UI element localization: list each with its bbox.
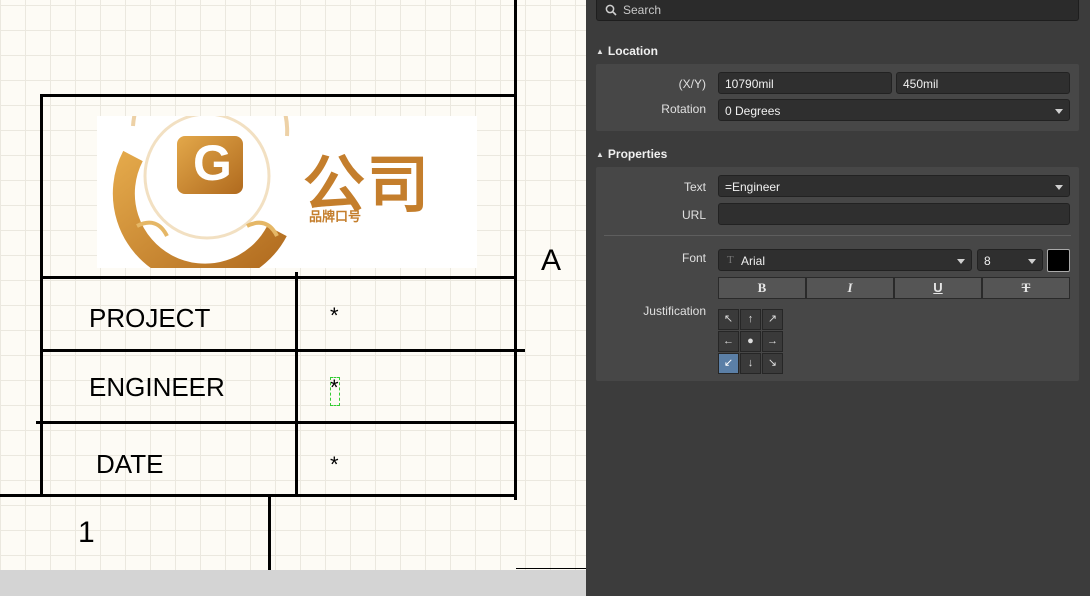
url-field[interactable] — [718, 203, 1070, 225]
border-line — [36, 421, 517, 424]
border-line — [514, 0, 517, 97]
justification-label: Justification — [643, 304, 706, 318]
justify-top-center-button[interactable]: ↑ — [740, 309, 761, 330]
border-line — [40, 349, 525, 352]
chevron-down-icon — [1028, 259, 1036, 264]
x-position-field[interactable]: 10790mil — [718, 72, 892, 94]
search-input[interactable]: Search — [596, 0, 1079, 21]
text-value: =Engineer — [725, 180, 781, 194]
zone-number-marker: 1 — [78, 516, 95, 549]
title-block-engineer-label: ENGINEER — [89, 372, 225, 402]
justify-middle-right-button[interactable]: → — [762, 331, 783, 352]
zone-letter-marker: A — [541, 244, 562, 277]
schematic-canvas[interactable]: G 公司 品牌口号 PROJECT ENGINEER DATE * * * A … — [0, 0, 586, 596]
collapse-triangle-icon: ▲ — [596, 150, 604, 159]
font-name-value: Arial — [741, 254, 766, 268]
justify-middle-left-button[interactable]: ← — [718, 331, 739, 352]
chevron-down-icon — [1055, 109, 1063, 114]
properties-section-header[interactable]: ▲ Properties — [596, 147, 667, 161]
border-line — [0, 494, 517, 497]
font-size-select[interactable]: 8 — [977, 249, 1043, 271]
section-divider — [604, 235, 1071, 236]
bold-button[interactable]: B — [718, 277, 806, 299]
rotation-value: 0 Degrees — [725, 104, 781, 118]
font-label: Font — [681, 251, 706, 265]
border-line — [40, 276, 517, 279]
border-line — [40, 94, 43, 497]
company-logo: G 公司 品牌口号 — [97, 116, 477, 268]
border-line — [40, 94, 517, 97]
text-label: Text — [683, 180, 706, 194]
date-value-text[interactable]: * — [330, 452, 339, 478]
location-section-title: Location — [607, 44, 658, 58]
logo-mark-letter: G — [193, 135, 232, 191]
justify-bottom-center-button[interactable]: ↓ — [740, 353, 761, 374]
properties-panel: Search ▲ Location (X/Y) 10790mil 450mil R… — [586, 0, 1090, 596]
properties-section-body — [596, 167, 1079, 381]
url-label: URL — [681, 208, 706, 222]
canvas-scroll-area[interactable] — [0, 570, 586, 596]
rotation-label: Rotation — [661, 102, 706, 116]
location-section-header[interactable]: ▲ Location — [596, 44, 658, 58]
border-line — [516, 568, 586, 569]
border-line — [295, 272, 298, 497]
font-color-swatch[interactable] — [1047, 249, 1070, 272]
y-position-field[interactable]: 450mil — [896, 72, 1070, 94]
title-block-project-label: PROJECT — [89, 303, 211, 333]
border-line — [514, 94, 517, 500]
chevron-down-icon — [957, 259, 965, 264]
title-block-date-label: DATE — [96, 449, 164, 479]
justify-center-button[interactable]: ● — [740, 331, 761, 352]
selection-outline — [330, 377, 340, 406]
justify-bottom-right-button[interactable]: ↘ — [762, 353, 783, 374]
justify-bottom-left-button[interactable]: ↙ — [718, 353, 739, 374]
chevron-down-icon — [1055, 185, 1063, 190]
properties-section-title: Properties — [607, 147, 668, 161]
font-name-select[interactable]: T Arial — [718, 249, 972, 271]
italic-button[interactable]: I — [806, 277, 894, 299]
xy-label: (X/Y) — [678, 77, 706, 91]
font-size-value: 8 — [984, 254, 991, 268]
truetype-font-icon: T — [727, 254, 734, 266]
search-icon — [605, 4, 617, 16]
underline-button[interactable]: U — [894, 277, 982, 299]
collapse-triangle-icon: ▲ — [596, 47, 604, 56]
logo-slogan-text: 品牌口号 — [309, 209, 362, 224]
search-placeholder: Search — [623, 3, 662, 17]
strikethrough-button[interactable]: T — [982, 277, 1070, 299]
rotation-select[interactable]: 0 Degrees — [718, 99, 1070, 121]
text-select[interactable]: =Engineer — [718, 175, 1070, 197]
project-value-text[interactable]: * — [330, 303, 339, 329]
border-line — [268, 497, 271, 572]
justify-top-left-button[interactable]: ↖ — [718, 309, 739, 330]
justification-grid: ↖ ↑ ↗ ← ● → ↙ ↓ ↘ — [718, 309, 785, 375]
justify-top-right-button[interactable]: ↗ — [762, 309, 783, 330]
